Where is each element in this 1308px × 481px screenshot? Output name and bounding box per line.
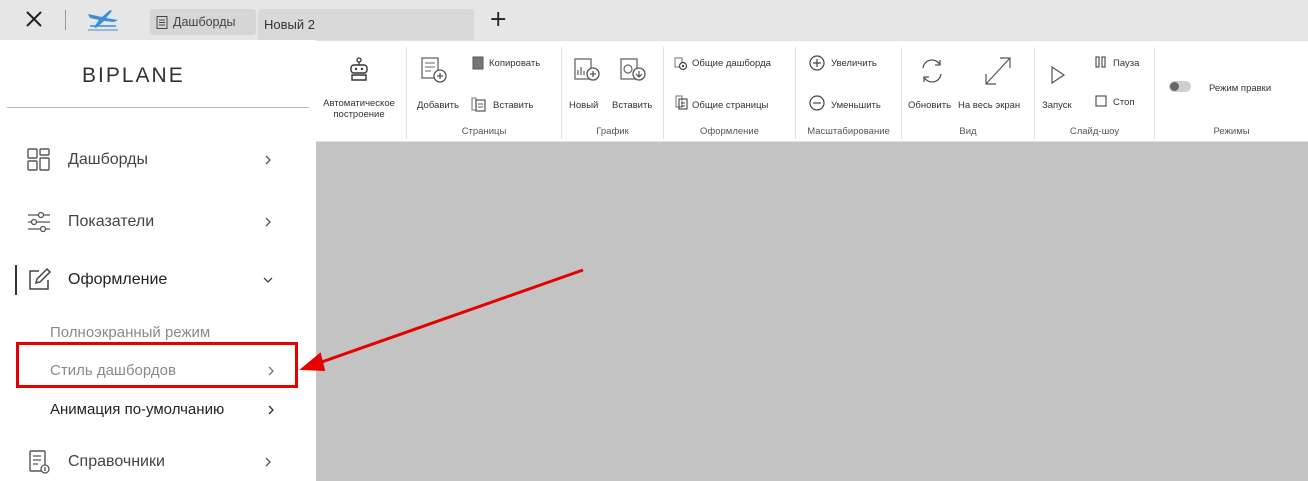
tab-dashboards[interactable]: Дашборды [150, 9, 256, 35]
group-label-slideshow: Слайд-шоу [1069, 126, 1120, 137]
chevron-right-icon [265, 155, 271, 165]
add-page-button[interactable]: Добавить [417, 100, 459, 111]
toggle-knob [1170, 82, 1179, 91]
sidebar-item-label: Дашборды [68, 151, 148, 168]
group-design: Общие дашборда Общие страницы Оформление [664, 47, 796, 139]
stop-icon[interactable] [1095, 95, 1107, 107]
sidebar-item-indicators[interactable]: Показатели [0, 202, 300, 242]
zoom-out-button[interactable]: Уменьшить [831, 100, 881, 111]
submenu-item-fullscreen[interactable]: Полноэкранный режим [50, 324, 210, 341]
sidebar-item-label: Справочники [68, 453, 165, 470]
group-modes: Режим правки Режимы [1155, 47, 1308, 139]
paste-chart-icon[interactable] [618, 55, 648, 85]
edit-mode-toggle[interactable] [1169, 81, 1191, 92]
robot-icon[interactable] [348, 57, 370, 83]
annotation-highlight-box [16, 342, 298, 388]
group-label-pages: Страницы [461, 126, 507, 137]
add-tab-button[interactable]: + [489, 7, 507, 32]
group-label-view: Вид [959, 126, 977, 137]
zoom-in-button[interactable]: Увеличить [831, 58, 877, 69]
group-label-scale: Масштабирование [807, 126, 890, 137]
start-slideshow-button[interactable]: Запуск [1042, 100, 1072, 111]
group-label-chart: График [596, 126, 629, 137]
fullscreen-icon[interactable] [982, 54, 1014, 88]
tab-new-2[interactable]: Новый 2 [258, 9, 474, 40]
sidebar-item-design[interactable]: Оформление [0, 260, 300, 300]
dashboard-grid-icon [27, 148, 50, 171]
paste-chart-button[interactable]: Вставить [612, 100, 652, 111]
group-label-modes: Режимы [1213, 126, 1250, 137]
tab-bar: Дашборды Новый 2 + [0, 0, 1308, 40]
group-view: Обновить На весь экран Вид [902, 47, 1035, 139]
group-slideshow: Пауза Стоп Запуск Слайд-шоу [1035, 47, 1155, 139]
play-icon[interactable] [1049, 65, 1067, 85]
stop-button[interactable]: Стоп [1113, 97, 1135, 108]
copy-icon[interactable] [471, 56, 485, 70]
tab-bar-separator [65, 10, 66, 30]
page-settings-icon[interactable] [674, 95, 688, 111]
refresh-icon[interactable] [918, 57, 946, 85]
auto-build-label-line1: Автоматическое [323, 98, 395, 109]
common-pages-button[interactable]: Общие страницы [692, 100, 768, 111]
brand-logo-text: BIPLANE [82, 64, 185, 87]
copy-page-button[interactable]: Копировать [489, 58, 540, 69]
refresh-button[interactable]: Обновить [908, 100, 951, 111]
group-pages: Добавить Копировать Вставить Страницы [406, 47, 562, 139]
common-dashboards-button[interactable]: Общие дашборда [692, 58, 771, 69]
group-auto-build: Автоматическое построение [316, 47, 406, 139]
sliders-icon [28, 211, 50, 233]
brand-divider [7, 107, 309, 108]
app-window: Дашборды Новый 2 + BIPLANE Дашборды Пока… [0, 0, 1308, 481]
paste-icon[interactable] [469, 95, 487, 113]
document-icon [156, 15, 168, 29]
group-chart: Новый Вставить График [562, 47, 664, 139]
chevron-right-icon [265, 457, 271, 467]
fullscreen-button[interactable]: На весь экран [958, 100, 1020, 111]
dashboard-settings-icon[interactable] [674, 57, 688, 71]
biplane-plane-icon[interactable] [86, 8, 120, 32]
sidebar-item-references[interactable]: Справочники [0, 442, 300, 481]
sidebar-item-dashboards[interactable]: Дашборды [0, 140, 300, 180]
zoom-in-icon[interactable] [808, 54, 826, 72]
chevron-right-icon [265, 217, 271, 227]
reference-book-icon [29, 450, 50, 474]
new-chart-button[interactable]: Новый [569, 100, 598, 111]
new-chart-icon[interactable] [572, 55, 602, 85]
pause-icon[interactable] [1094, 56, 1108, 68]
zoom-out-icon[interactable] [808, 94, 826, 112]
close-icon[interactable] [22, 7, 46, 31]
submenu-item-default-animation[interactable]: Анимация по-умолчанию [50, 401, 224, 418]
sidebar-item-label: Оформление [68, 271, 168, 288]
chevron-right-icon [268, 405, 274, 415]
add-page-icon[interactable] [419, 55, 449, 85]
edit-mode-label: Режим правки [1209, 83, 1272, 94]
sidebar-item-label: Показатели [68, 213, 155, 230]
paste-page-button[interactable]: Вставить [493, 100, 533, 111]
pencil-edit-icon [29, 267, 52, 290]
sidebar: BIPLANE Дашборды Показатели Оформление П… [0, 40, 316, 481]
group-scale: Увеличить Уменьшить Масштабирование [796, 47, 902, 139]
toolbar-ribbon: Автоматическое построение Добавить Копир… [316, 40, 1308, 142]
chevron-down-icon [263, 277, 273, 283]
tab-new-2-label: Новый 2 [264, 17, 315, 32]
auto-build-label-line2: построение [333, 109, 385, 120]
tab-dashboards-label: Дашборды [173, 15, 236, 29]
pause-button[interactable]: Пауза [1113, 58, 1139, 69]
dashboard-canvas[interactable] [316, 142, 1308, 481]
group-label-design: Оформление [700, 126, 759, 137]
